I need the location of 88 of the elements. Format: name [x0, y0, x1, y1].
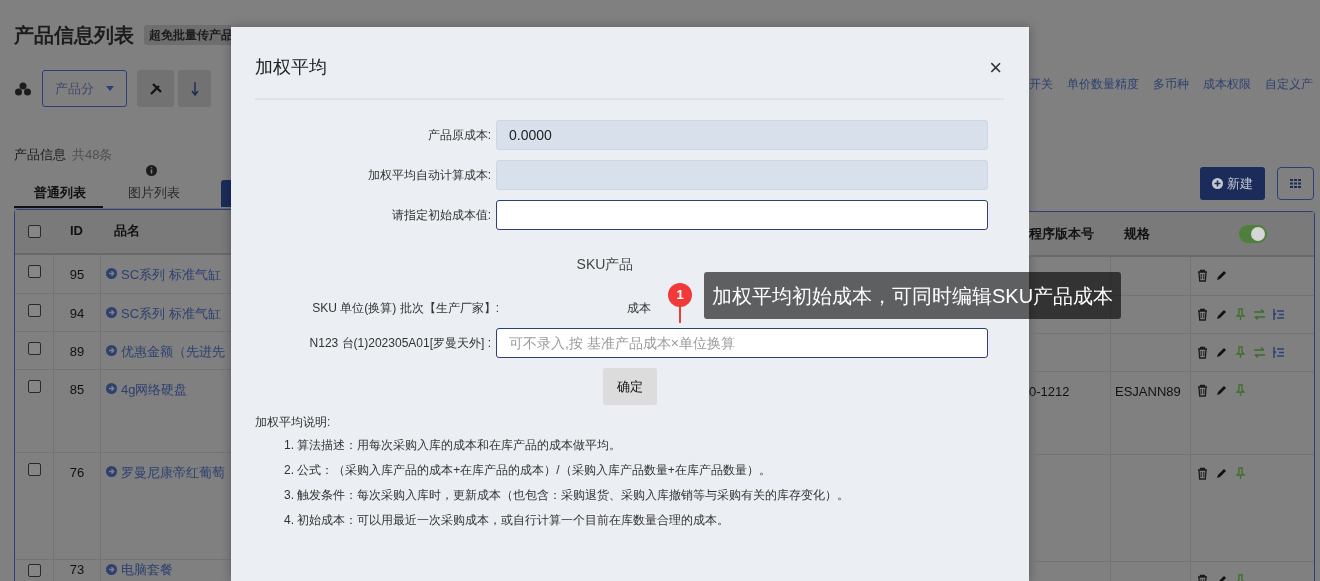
- table-cell-text: 95: [69, 265, 85, 284]
- section-heading: SKU产品: [575, 255, 635, 274]
- settings-link[interactable]: 自定义产: [1265, 75, 1313, 93]
- close-button[interactable]: ×: [989, 56, 1002, 79]
- arrow-circle-icon: [106, 267, 117, 279]
- thumbtack-icon[interactable]: [1234, 467, 1247, 480]
- settings-link[interactable]: 多币种: [1153, 75, 1189, 93]
- caret-icon: [106, 86, 114, 91]
- category-select[interactable]: 产品分: [42, 70, 127, 107]
- settings-link[interactable]: 开关: [1029, 75, 1053, 93]
- table-cell: ESJANN89: [1115, 384, 1181, 399]
- field-label: N123 台(1)202305A01[罗曼天外] :: [308, 335, 492, 352]
- checkbox[interactable]: [27, 303, 41, 317]
- arrow-circle-icon: [106, 306, 117, 318]
- product-link[interactable]: 电脑套餐: [121, 560, 173, 579]
- checkbox[interactable]: [28, 224, 41, 238]
- page-title: 产品信息列表: [14, 23, 134, 48]
- arrow-circle-icon: [106, 563, 117, 575]
- column-header: 规格: [1123, 224, 1151, 243]
- thumbtack-icon[interactable]: [1234, 308, 1247, 321]
- toggle-switch[interactable]: [1238, 224, 1267, 243]
- table-cell-text: 73: [69, 560, 85, 579]
- thumbtack-icon[interactable]: [1234, 384, 1247, 397]
- settings-link[interactable]: 单价数量精度: [1067, 75, 1139, 93]
- note-text: 3. 触发条件：每次采购入库时，更新成本（也包含：采购退货、采购入库撤销等与采购有关的库存变化）。: [284, 487, 851, 504]
- tab[interactable]: 图片列表: [108, 179, 200, 208]
- note-text: 4. 初始成本：可以用最近一次采购成本，或自行计算一个目前在库数量合理的成本。: [284, 512, 731, 529]
- tooltip: 加权平均初始成本，可同时编辑SKU产品成本: [704, 272, 1122, 319]
- indent-icon[interactable]: [1272, 308, 1285, 321]
- table-cell-text: 94: [69, 304, 85, 323]
- tools-button[interactable]: [137, 70, 174, 107]
- checkbox[interactable]: [27, 379, 41, 393]
- table-cell-text: 85: [69, 380, 85, 399]
- trash-icon[interactable]: [1196, 384, 1209, 397]
- indent-icon[interactable]: [1272, 346, 1285, 359]
- column-header: 成本: [627, 300, 651, 317]
- column-header: 品名: [113, 222, 140, 241]
- dialog-title: 加权平均: [255, 56, 327, 79]
- pencil-icon[interactable]: [1215, 384, 1228, 397]
- field-label: 产品原成本:: [426, 127, 492, 144]
- download-button[interactable]: [178, 70, 211, 107]
- confirm-button[interactable]: 确定: [603, 368, 657, 405]
- leader-line: [679, 307, 681, 323]
- arrow-circle-icon: [106, 344, 117, 356]
- thumbtack-icon[interactable]: [1234, 346, 1247, 359]
- trash-icon[interactable]: [1196, 346, 1209, 359]
- new-button[interactable]: 新建: [1200, 167, 1265, 200]
- pencil-icon[interactable]: [1215, 346, 1228, 359]
- arrow-circle-icon: [106, 382, 117, 394]
- column-header: SKU 单位(换算) 批次【生产厂家】:: [311, 300, 500, 317]
- grid-icon: [1290, 179, 1301, 188]
- field-label: 加权平均自动计算成本:: [366, 167, 492, 184]
- cubes-icon: [14, 81, 32, 96]
- table-cell-text: 76: [69, 463, 85, 482]
- tab[interactable]: 普通列表: [14, 179, 103, 208]
- product-link[interactable]: 罗曼尼康帝红葡萄: [121, 462, 225, 482]
- trash-icon[interactable]: [1196, 308, 1209, 321]
- grid-view-button[interactable]: [1277, 167, 1314, 200]
- checkbox[interactable]: [27, 264, 41, 278]
- trash-icon[interactable]: [1196, 467, 1209, 480]
- checkbox[interactable]: [27, 462, 41, 476]
- note-text: 2. 公式：（采购入库产品的成本+在库产品的成本）/（采购入库产品数量+在库产品数量）。: [284, 462, 772, 479]
- table-cell: 0-1212: [1029, 384, 1070, 399]
- pencil-icon[interactable]: [1215, 467, 1228, 480]
- down-arrow-icon: [190, 81, 199, 96]
- tools-icon: [148, 81, 163, 96]
- product-link[interactable]: SC系列 标准气缸: [121, 264, 221, 284]
- pencil-icon[interactable]: [1215, 269, 1228, 282]
- trash-icon[interactable]: [1196, 269, 1209, 282]
- product-link[interactable]: 4g网络硬盘: [121, 379, 188, 399]
- arrow-circle-icon: [106, 465, 117, 477]
- column-header: ID: [69, 222, 84, 241]
- input-field[interactable]: 可不录入,按 基准产品成本×单位换算: [496, 328, 988, 358]
- notes-title: 加权平均说明:: [255, 414, 332, 431]
- note-text: 1. 算法描述：用每次采购入库的成本和在库产品的成本做平均。: [284, 437, 623, 454]
- info-icon: [146, 164, 157, 176]
- column-header: 程序版本号: [1029, 224, 1095, 243]
- input-field[interactable]: [496, 200, 988, 230]
- table-cell-text: 89: [69, 342, 85, 361]
- checkbox[interactable]: [27, 341, 41, 355]
- product-link[interactable]: SC系列 标准气缸: [121, 303, 221, 323]
- checkbox[interactable]: [27, 563, 41, 577]
- field-label: 请指定初始成本值:: [390, 207, 492, 224]
- pencil-icon[interactable]: [1215, 308, 1228, 321]
- settings-link[interactable]: 成本权限: [1203, 75, 1251, 93]
- product-link[interactable]: 优惠金额（先进先: [121, 341, 225, 361]
- section-label: 产品信息: [14, 146, 66, 164]
- plus-circle-icon: [1212, 178, 1223, 189]
